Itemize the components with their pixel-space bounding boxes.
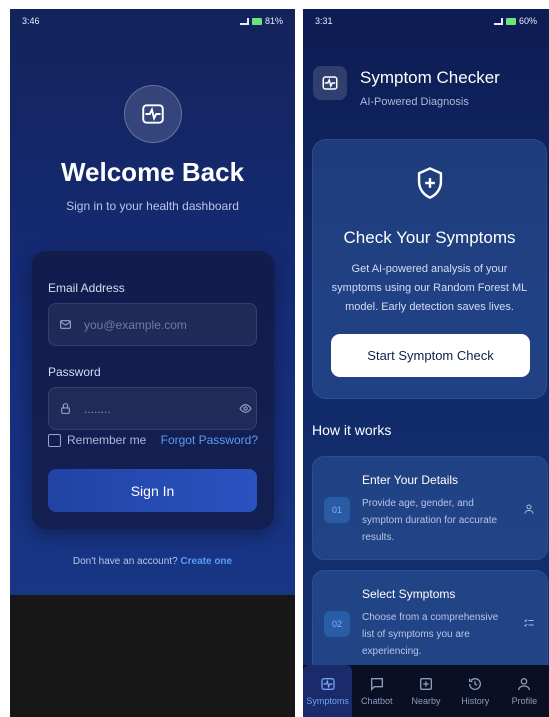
step-number: 01 [324, 497, 350, 523]
user-icon [518, 678, 531, 691]
signup-text: Don't have an account? [72, 556, 178, 567]
step-description: Choose from a comprehensive list of symp… [362, 612, 499, 657]
nav-label: Profile [511, 696, 538, 706]
status-icons: 60% [493, 16, 537, 26]
hero-title: Check Your Symptoms [343, 228, 516, 247]
step-card[interactable]: 02 Select Symptoms Choose from a compreh… [312, 570, 548, 680]
status-time: 3:46 [22, 16, 40, 26]
nav-label: Chatbot [361, 696, 393, 706]
section-title: How it works [312, 422, 392, 438]
plus-square-icon [420, 678, 432, 690]
app-logo [313, 66, 347, 100]
nav-item-nearby[interactable]: Nearby [401, 665, 450, 717]
shield-plus-icon [417, 167, 443, 199]
app-title: Symptom Checker [360, 68, 500, 87]
pulse-icon [322, 76, 338, 90]
eye-icon[interactable] [239, 402, 252, 415]
step-title: Enter Your Details [362, 473, 459, 487]
checklist-icon [524, 619, 534, 627]
signup-prompt: Don't have an account? Create one [10, 556, 295, 567]
remember-me[interactable]: Remember me [48, 433, 146, 447]
status-icons: 81% [239, 16, 283, 26]
symptom-checker-screen: 3:31 60% Symptom Checker AI-Powered Diag… [303, 9, 549, 717]
page-subtitle: Sign in to your health dashboard [66, 199, 239, 213]
nav-item-history[interactable]: History [451, 665, 500, 717]
battery-icon [251, 17, 262, 25]
nav-label: Symptoms [306, 696, 349, 706]
password-field-wrapper [48, 387, 257, 430]
status-time: 3:31 [315, 16, 333, 26]
signal-icon [493, 17, 503, 25]
start-symptom-check-button[interactable]: Start Symptom Check [331, 334, 530, 377]
bottom-nav: Symptoms Chatbot Nearby History Profile [303, 665, 549, 717]
battery-level: 81% [264, 16, 283, 26]
app-subtitle: AI-Powered Diagnosis [360, 96, 469, 108]
step-title: Select Symptoms [362, 587, 456, 601]
nav-item-symptoms[interactable]: Symptoms [303, 665, 353, 717]
create-account-link[interactable]: Create one [180, 556, 232, 567]
lock-icon [61, 403, 70, 414]
status-bar: 3:31 60% [303, 9, 549, 33]
password-label: Password [48, 365, 101, 379]
nav-label: Nearby [411, 696, 441, 706]
battery-icon [505, 17, 516, 25]
email-label: Email Address [48, 281, 125, 295]
email-field-wrapper [48, 303, 257, 346]
bottom-area [10, 595, 295, 717]
login-card: Email Address Password Remember me Fo [32, 251, 274, 529]
mail-icon [60, 320, 71, 329]
chat-icon [370, 678, 383, 691]
nav-item-profile[interactable]: Profile [500, 665, 549, 717]
pulse-icon [142, 104, 164, 124]
login-screen: 3:46 81% Welcome Back Sign in to your he… [10, 9, 295, 717]
battery-level: 60% [518, 16, 537, 26]
nav-item-chatbot[interactable]: Chatbot [352, 665, 401, 717]
forgot-password-link[interactable]: Forgot Password? [161, 433, 258, 447]
remember-checkbox[interactable] [48, 433, 61, 447]
password-field[interactable] [84, 401, 239, 416]
nav-label: History [461, 696, 490, 706]
status-bar: 3:46 81% [10, 9, 295, 33]
signal-icon [239, 17, 249, 25]
history-icon [469, 678, 482, 690]
step-description: Provide age, gender, and symptom duratio… [362, 498, 498, 543]
app-logo [124, 85, 182, 143]
email-field[interactable] [84, 317, 246, 332]
hero-description: Get AI-powered analysis of your symptoms… [331, 263, 528, 313]
step-number: 02 [324, 611, 350, 637]
hero-card: Check Your Symptoms Get AI-powered analy… [312, 139, 547, 399]
user-icon [524, 504, 534, 514]
sign-in-button[interactable]: Sign In [48, 469, 257, 512]
page-title: Welcome Back [60, 157, 245, 187]
step-card[interactable]: 01 Enter Your Details Provide age, gende… [312, 456, 548, 560]
remember-label: Remember me [67, 433, 147, 447]
pulse-icon [320, 678, 335, 690]
